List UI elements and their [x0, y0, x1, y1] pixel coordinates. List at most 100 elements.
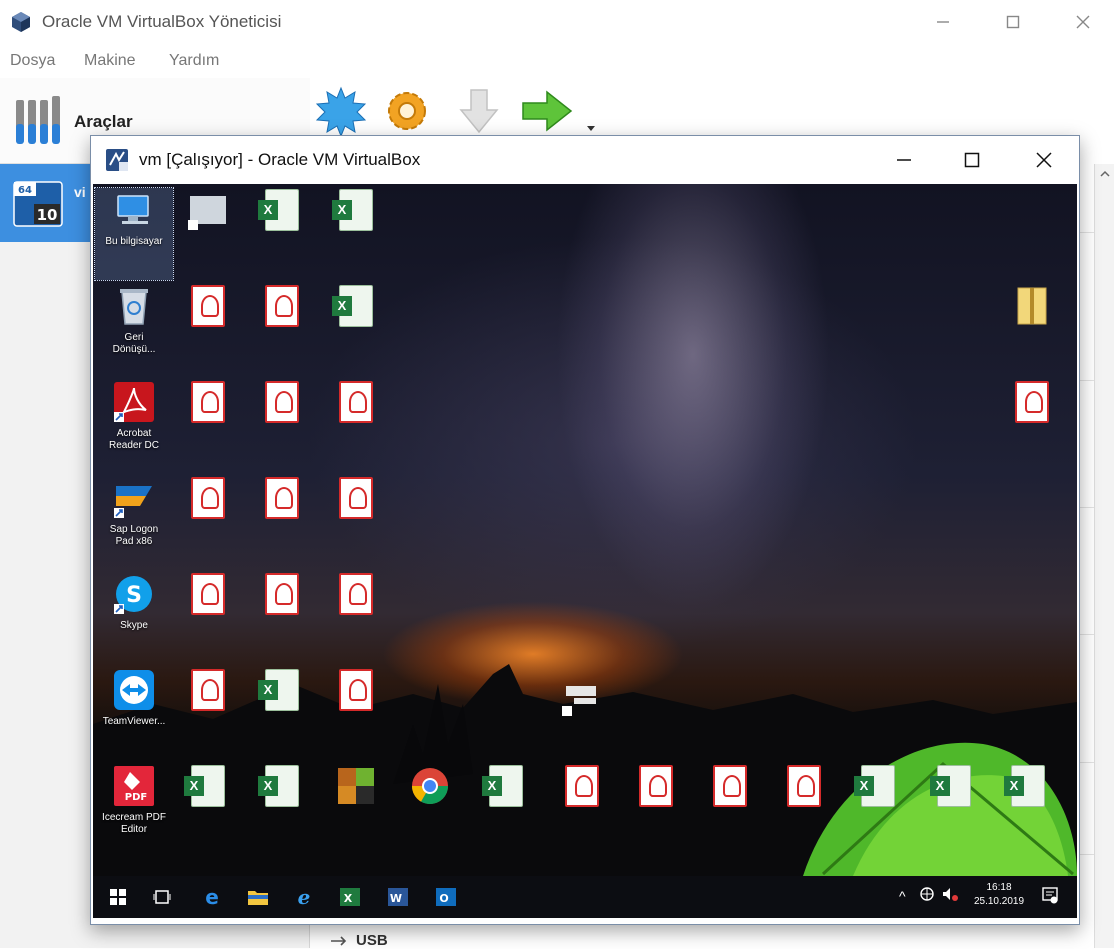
desktop-file-icon[interactable]	[169, 476, 247, 568]
minimize-icon	[897, 159, 911, 161]
discard-button[interactable]	[451, 86, 507, 136]
desktop-file-icon[interactable]	[243, 572, 321, 664]
new-star-icon	[315, 86, 367, 138]
desktop-file-icon[interactable]	[169, 284, 247, 376]
desktop-file-icon[interactable]	[993, 284, 1071, 376]
taskbar-internet-explorer[interactable]: e	[291, 884, 317, 910]
arrow-down-icon	[459, 89, 499, 134]
vm-close-button[interactable]	[1021, 144, 1067, 176]
desktop-icon-acrobat[interactable]: Acrobat Reader DC	[95, 380, 173, 472]
maximize-icon	[964, 152, 980, 168]
desktop-file-icon[interactable]	[765, 764, 843, 856]
taskbar-clock[interactable]: 16:18 25.10.2019	[967, 881, 1031, 909]
notification-icon	[1042, 887, 1058, 904]
tray-chevron-up-icon[interactable]: ^	[899, 888, 906, 904]
vm-minimize-button[interactable]	[881, 144, 927, 176]
new-vm-button[interactable]	[313, 86, 369, 138]
host-maximize-button[interactable]	[990, 6, 1036, 38]
usb-section-header[interactable]: USB	[330, 932, 388, 949]
desktop-file-icon[interactable]	[169, 188, 247, 280]
desktop-icon-recycle-bin[interactable]: Geri Dönüşü...	[95, 284, 173, 376]
pdf-file-icon	[1015, 381, 1049, 423]
settings-button[interactable]	[379, 86, 435, 136]
windows-logo-icon	[110, 889, 126, 905]
desktop-file-icon[interactable]	[317, 188, 395, 280]
desktop-file-icon[interactable]	[169, 572, 247, 664]
host-details-scrollbar[interactable]	[1094, 164, 1114, 948]
desktop-icon-sap-logon[interactable]: Sap Logon Pad x86	[95, 476, 173, 568]
teamviewer-icon	[114, 670, 154, 710]
start-dropdown-button[interactable]	[581, 86, 601, 136]
desktop-file-icon[interactable]	[317, 380, 395, 472]
host-window-title: Oracle VM VirtualBox Yöneticisi	[42, 12, 282, 31]
clock-time: 16:18	[986, 882, 1012, 893]
notification-center-button[interactable]	[1041, 886, 1059, 907]
svg-text:S: S	[126, 583, 142, 608]
desktop-file-icon[interactable]	[993, 380, 1071, 472]
desktop-file-icon[interactable]	[243, 764, 321, 856]
desktop-file-icon[interactable]	[317, 476, 395, 568]
desktop-icon-icecream-pdf[interactable]: PDF Icecream PDF Editor	[95, 764, 173, 856]
desktop-file-icon[interactable]	[617, 764, 695, 856]
menu-yardim[interactable]: Yardım	[169, 52, 219, 70]
chrome-icon	[412, 768, 448, 805]
taskbar-excel[interactable]: X	[337, 884, 363, 910]
desktop-file-icon[interactable]	[691, 764, 769, 856]
pdf-file-icon	[265, 573, 299, 615]
desktop-file-icon[interactable]	[243, 668, 321, 760]
skype-icon: S	[114, 576, 152, 614]
desktop-file-icon[interactable]	[543, 674, 621, 766]
menu-makine[interactable]: Makine	[84, 52, 136, 70]
desktop-file-icon[interactable]	[243, 380, 321, 472]
desktop-icon-label: Bu bilgisayar	[105, 236, 163, 247]
pdf-file-icon	[339, 573, 373, 615]
desktop-file-icon[interactable]	[317, 284, 395, 376]
menu-dosya[interactable]: Dosya	[10, 52, 55, 70]
desktop-file-icon[interactable]	[243, 284, 321, 376]
desktop-file-icon[interactable]	[467, 764, 545, 856]
computer-icon	[117, 195, 149, 224]
desktop-file-icon[interactable]	[317, 764, 395, 856]
taskbar-file-explorer[interactable]	[245, 884, 271, 910]
svg-text:e: e	[298, 886, 311, 908]
desktop-file-icon[interactable]	[169, 668, 247, 760]
desktop-file-icon[interactable]	[915, 764, 993, 856]
chevron-down-icon	[587, 126, 595, 131]
pdf-file-icon	[265, 285, 299, 327]
taskbar-edge[interactable]: e	[199, 884, 225, 910]
desktop-file-icon[interactable]	[317, 668, 395, 760]
host-close-button[interactable]	[1060, 6, 1106, 38]
start-button[interactable]	[105, 884, 131, 910]
host-titlebar: Oracle VM VirtualBox Yöneticisi	[0, 0, 1114, 44]
desktop-icon-computer[interactable]: Bu bilgisayar	[94, 187, 174, 281]
desktop-file-icon[interactable]	[317, 572, 395, 664]
usb-icon	[331, 935, 347, 946]
minimize-icon	[937, 21, 949, 23]
task-view-button[interactable]	[149, 884, 175, 910]
guest-desktop[interactable]: Bu bilgisayar Geri Dönüşü... Acrobat Rea…	[93, 184, 1077, 876]
desktop-file-icon[interactable]	[839, 764, 917, 856]
desktop-file-icon[interactable]	[169, 764, 247, 856]
desktop-icon-label: Geri Dönüşü...	[112, 332, 156, 355]
desktop-file-icon[interactable]	[243, 188, 321, 280]
virtualbox-app-icon	[12, 12, 30, 32]
vm-titlebar[interactable]: vm [Çalışıyor] - Oracle VM VirtualBox	[91, 136, 1079, 184]
host-minimize-button[interactable]	[920, 6, 966, 38]
pdf-file-icon	[787, 765, 821, 807]
desktop-file-icon[interactable]	[543, 764, 621, 856]
desktop-icon-teamviewer[interactable]: TeamViewer...	[95, 668, 173, 760]
network-icon[interactable]	[919, 886, 935, 905]
desktop-file-icon[interactable]	[169, 380, 247, 472]
volume-icon[interactable]	[941, 886, 959, 905]
start-button[interactable]	[519, 86, 575, 136]
desktop-icon-skype[interactable]: S Skype	[95, 572, 173, 664]
taskbar-word[interactable]: W	[385, 884, 411, 910]
vm-maximize-button[interactable]	[949, 144, 995, 176]
desktop-icon-chrome[interactable]	[391, 764, 469, 856]
guest-taskbar: e e X W O ^ 16:18 25.10.2019	[93, 876, 1077, 918]
taskbar-outlook[interactable]: O	[433, 884, 459, 910]
vm-window[interactable]: vm [Çalışıyor] - Oracle VM VirtualBox Bu…	[90, 135, 1080, 925]
desktop-file-icon[interactable]	[989, 764, 1067, 856]
desktop-file-icon[interactable]	[243, 476, 321, 568]
desktop-icon-label: TeamViewer...	[102, 716, 166, 727]
